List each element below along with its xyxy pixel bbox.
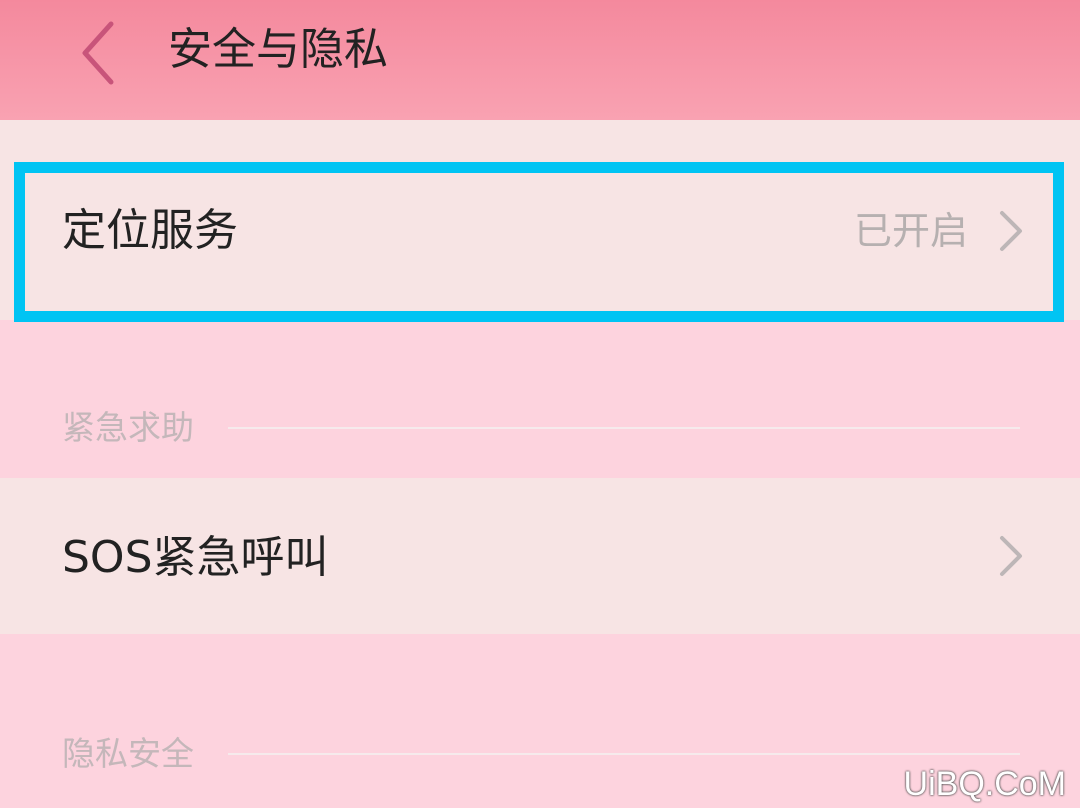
watermark: UiBQ.CoM: [903, 765, 1066, 803]
section-divider: [228, 753, 1020, 755]
chevron-left-icon: [82, 21, 114, 85]
location-service-item[interactable]: 定位服务 已开启: [0, 160, 1080, 320]
chevron-right-icon: [996, 534, 1026, 578]
chevron-right-icon: [996, 209, 1026, 253]
section-divider: [228, 427, 1020, 429]
page-title: 安全与隐私: [168, 24, 388, 75]
sos-emergency-call-label: SOS紧急呼叫: [62, 532, 329, 583]
back-button[interactable]: [66, 18, 130, 88]
top-spacer: [0, 120, 1080, 160]
section-header-emergency: 紧急求助: [62, 408, 194, 447]
location-service-status: 已开启: [853, 209, 968, 253]
section-header-privacy: 隐私安全: [62, 734, 194, 773]
sos-emergency-call-item[interactable]: SOS紧急呼叫: [0, 478, 1080, 634]
top-app-bar: 安全与隐私: [0, 0, 1080, 120]
location-service-label: 定位服务: [62, 205, 238, 256]
